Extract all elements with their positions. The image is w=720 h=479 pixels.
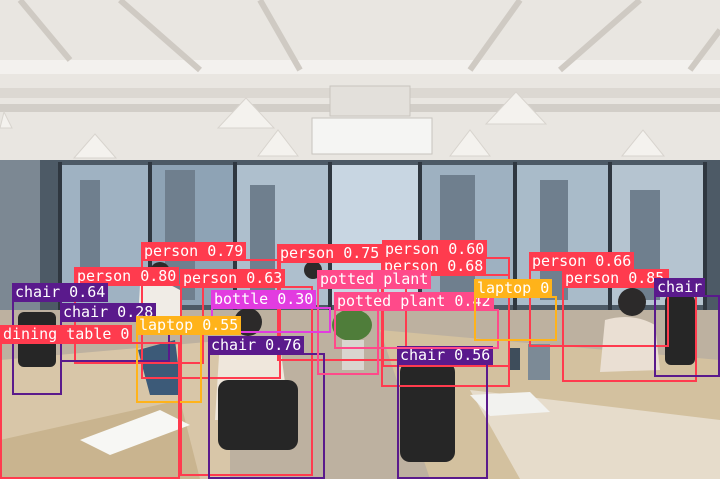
detection-box-dining-table: dining table 0 <box>0 325 180 479</box>
detection-label: person 0.63 <box>180 269 286 288</box>
detection-box-laptop: laptop 0 <box>474 279 557 341</box>
detection-label: laptop 0.55 <box>136 316 242 335</box>
detection-label: dining table 0 <box>0 325 133 344</box>
detection-label: chair <box>654 278 706 297</box>
detection-label: potted plant <box>317 270 432 289</box>
detection-label: person 0.75 <box>277 244 383 263</box>
detection-box-chair: chair 0.76 <box>208 336 325 479</box>
detection-canvas: person 0.79 person 0.75 person 0.60 pers… <box>0 0 720 479</box>
detection-label: potted plant 0.42 <box>334 292 494 311</box>
detection-box-chair: chair <box>654 278 720 377</box>
detection-box-chair: chair 0.56 <box>397 346 494 479</box>
detection-label: bottle 0.30 <box>211 290 317 309</box>
detection-label: chair 0.76 <box>208 336 305 355</box>
detection-label: chair 0.64 <box>12 283 109 302</box>
detection-label: person 0.85 <box>562 269 668 288</box>
detection-label: person 0.79 <box>141 242 247 261</box>
detection-label: laptop 0 <box>474 279 553 298</box>
